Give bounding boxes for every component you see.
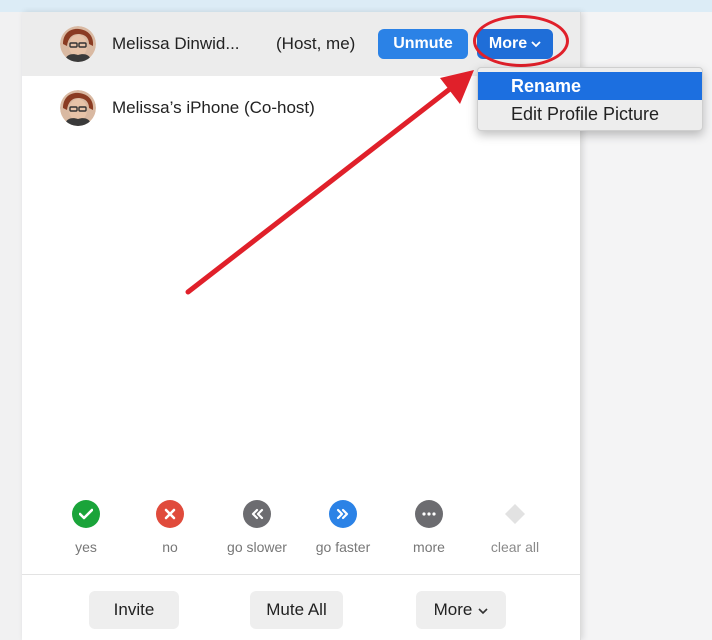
mute-all-button[interactable]: Mute All <box>250 591 343 629</box>
divider <box>22 574 580 575</box>
invite-label: Invite <box>113 600 155 619</box>
reaction-clear-all[interactable]: clear all <box>470 500 560 555</box>
fast-forward-icon <box>329 500 357 528</box>
chevron-down-icon <box>478 600 488 620</box>
x-icon <box>156 500 184 528</box>
reaction-yes[interactable]: yes <box>41 500 131 555</box>
reaction-go-slower[interactable]: go slower <box>212 500 302 555</box>
reaction-label: no <box>162 539 178 555</box>
reaction-label: more <box>413 539 445 555</box>
clear-icon <box>501 500 529 528</box>
reaction-no[interactable]: no <box>125 500 215 555</box>
reaction-label: go faster <box>315 539 371 555</box>
rewind-icon <box>243 500 271 528</box>
reaction-label: clear all <box>490 539 540 555</box>
mute-all-label: Mute All <box>266 600 327 619</box>
ellipsis-icon <box>415 500 443 528</box>
reaction-label: go slower <box>227 539 287 555</box>
reaction-more[interactable]: more <box>384 500 474 555</box>
reaction-label: yes <box>75 539 97 555</box>
more-options-label: More <box>433 600 473 619</box>
more-options-button[interactable]: More <box>416 591 506 629</box>
reaction-go-faster[interactable]: go faster <box>298 500 388 555</box>
checkmark-icon <box>72 500 100 528</box>
invite-button[interactable]: Invite <box>89 591 179 629</box>
